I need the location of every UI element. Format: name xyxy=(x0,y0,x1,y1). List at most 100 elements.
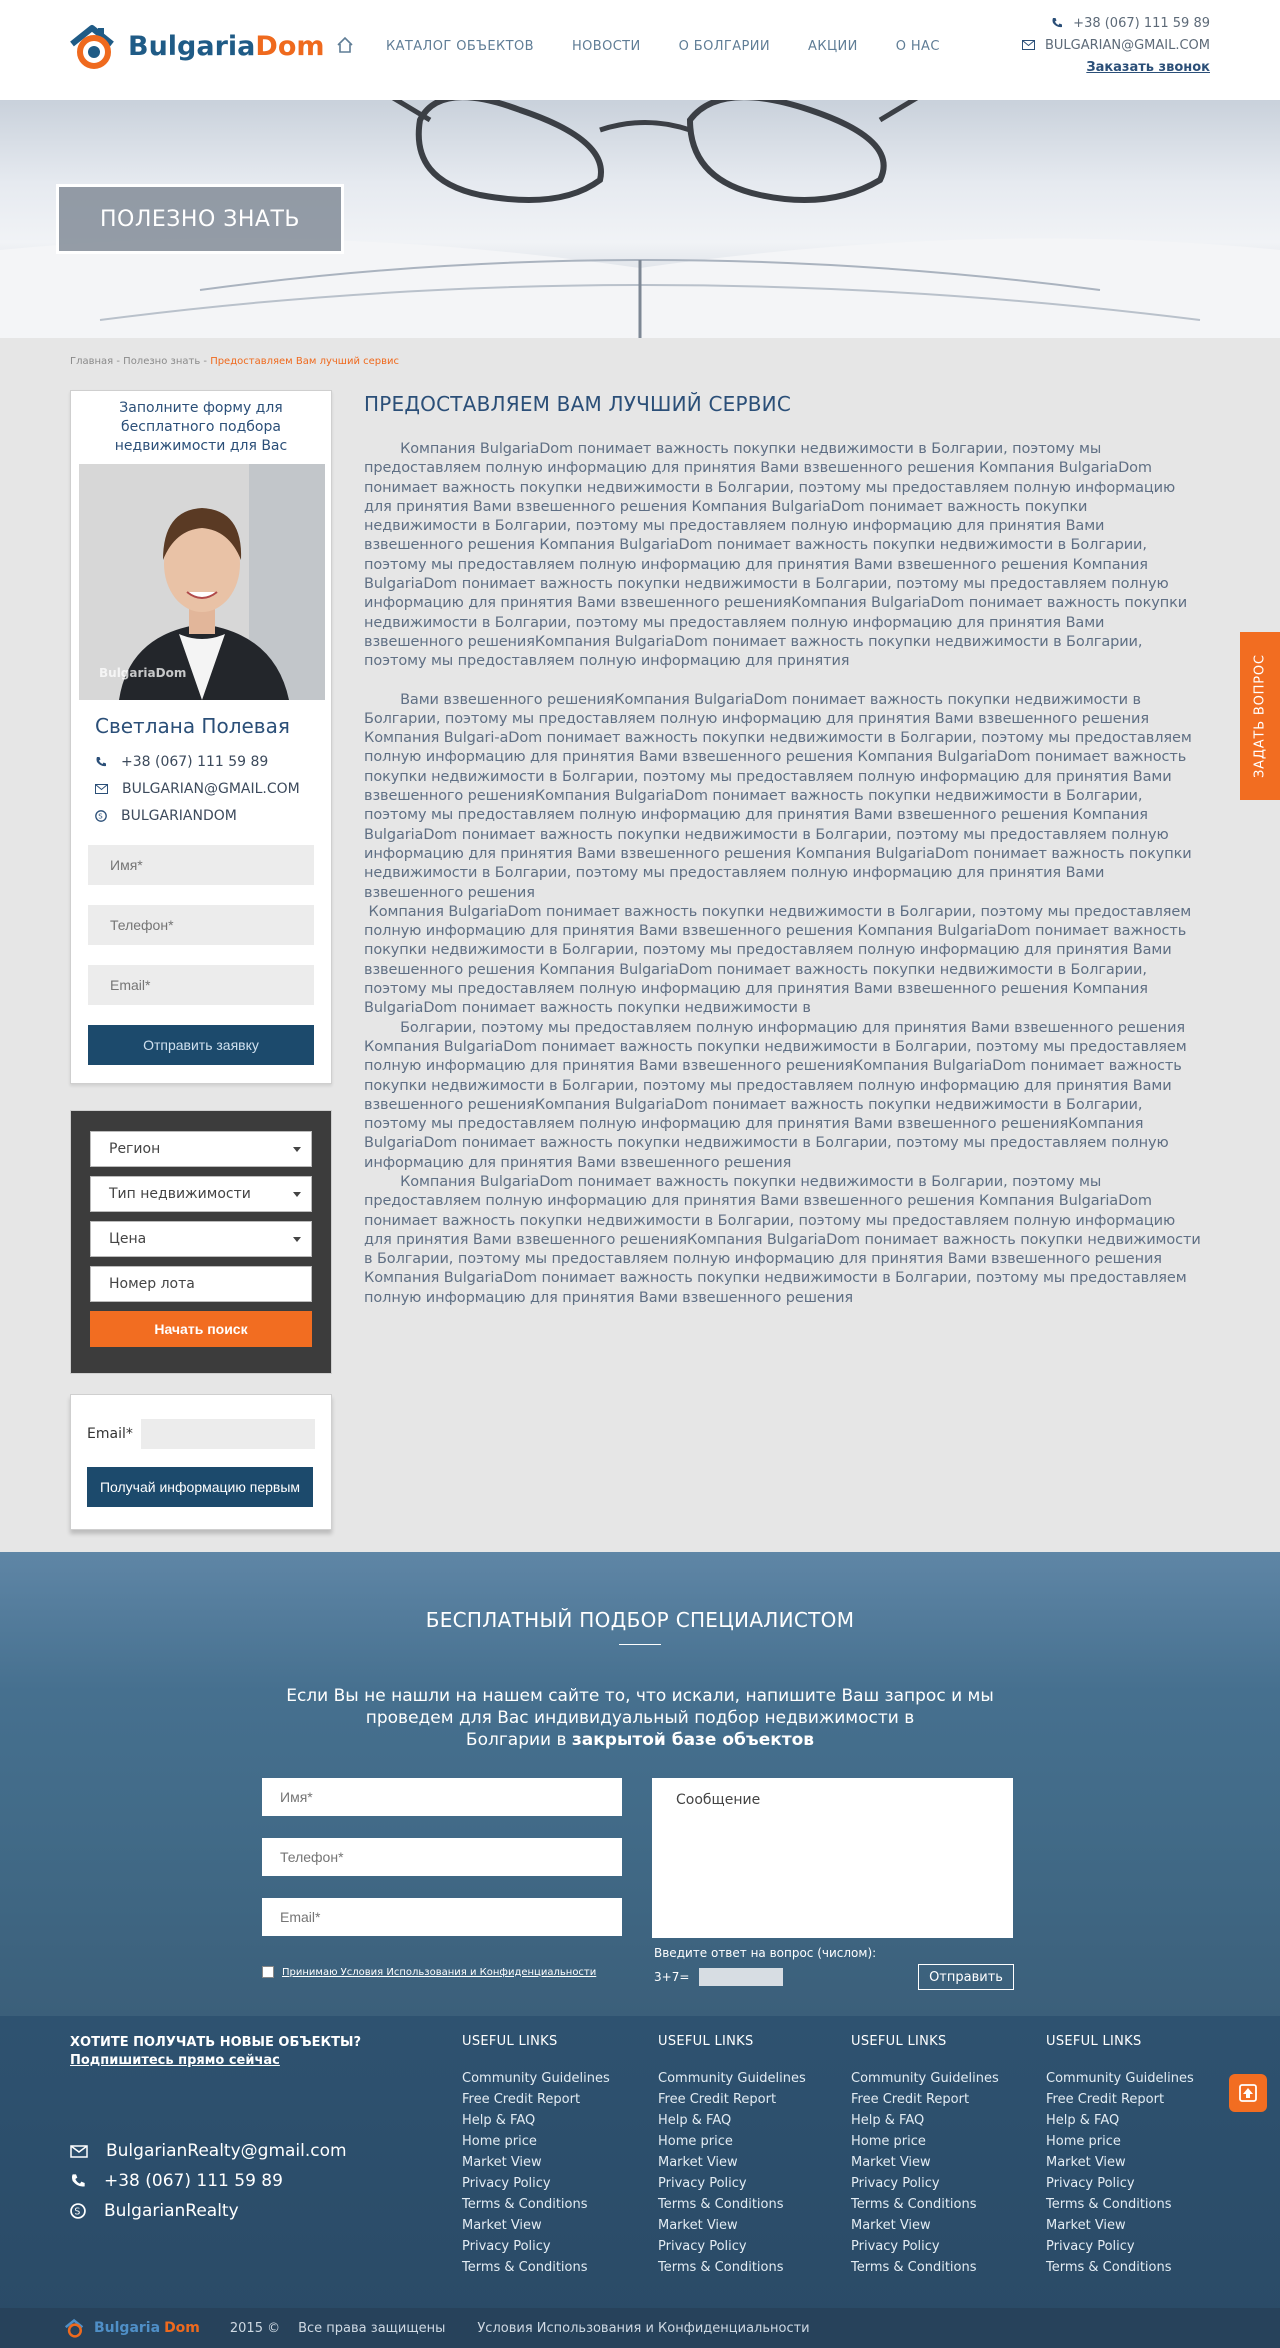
footer-link[interactable]: Privacy Policy xyxy=(851,2176,999,2197)
agent-skype[interactable]: BULGARIANDOM xyxy=(121,808,237,824)
footer-links-column: USEFUL LINKS Community Guidelines Free C… xyxy=(1046,2034,1194,2281)
agent-photo: BulgariaDom xyxy=(79,464,325,700)
footer-link[interactable]: Market View xyxy=(851,2155,999,2176)
footer-link[interactable]: Terms & Conditions xyxy=(851,2260,999,2281)
home-icon[interactable] xyxy=(336,36,356,56)
footer-phone[interactable]: +38 (067) 111 59 89 xyxy=(104,2171,283,2191)
footer-logo-dom: Dom xyxy=(164,2320,200,2336)
footer-column-title: USEFUL LINKS xyxy=(1046,2034,1142,2049)
footer-link[interactable]: Market View xyxy=(851,2218,999,2239)
property-type-select[interactable]: Тип недвижимости xyxy=(90,1176,312,1212)
footer-link[interactable]: Free Credit Report xyxy=(1046,2092,1194,2113)
terms-agree[interactable]: Принимаю Условия Использования и Конфиде… xyxy=(262,1966,596,1978)
free-email-input[interactable] xyxy=(262,1898,622,1936)
footer-link[interactable]: Privacy Policy xyxy=(462,2176,610,2197)
agree-checkbox[interactable] xyxy=(262,1966,274,1978)
footer-email[interactable]: BulgarianRealty@gmail.com xyxy=(106,2141,347,2161)
footer-link[interactable]: Home price xyxy=(1046,2134,1194,2155)
header-phone[interactable]: +38 (067) 111 59 89 xyxy=(1073,16,1210,31)
callback-link[interactable]: Заказать звонок xyxy=(1086,60,1210,75)
footer-link[interactable]: Privacy Policy xyxy=(851,2239,999,2260)
breadcrumb-section[interactable]: Полезно знать xyxy=(123,356,200,367)
footer-link[interactable]: Home price xyxy=(658,2134,806,2155)
footer-link[interactable]: Terms & Conditions xyxy=(1046,2197,1194,2218)
footer-link[interactable]: Help & FAQ xyxy=(1046,2113,1194,2134)
footer-link[interactable]: Market View xyxy=(462,2218,610,2239)
lead-bold: закрытой базе объектов xyxy=(571,1730,815,1750)
header-email[interactable]: BULGARIAN@GMAIL.COM xyxy=(1045,38,1210,53)
agent-name-input[interactable] xyxy=(88,845,314,885)
nav-news[interactable]: НОВОСТИ xyxy=(572,39,641,54)
start-search-button[interactable]: Начать поиск xyxy=(90,1311,312,1347)
main-nav: КАТАЛОГ ОБЪЕКТОВ НОВОСТИ О БОЛГАРИИ АКЦИ… xyxy=(336,36,978,56)
hero-banner: ПОЛЕЗНО ЗНАТЬ xyxy=(0,100,1280,338)
footer-link[interactable]: Privacy Policy xyxy=(1046,2176,1194,2197)
agent-email-input[interactable] xyxy=(88,965,314,1005)
free-phone-input[interactable] xyxy=(262,1838,622,1876)
footer-link[interactable]: Help & FAQ xyxy=(658,2113,806,2134)
nav-about-us[interactable]: О НАС xyxy=(896,39,940,54)
footer-subscribe: ХОТИТЕ ПОЛУЧАТЬ НОВЫЕ ОБЪЕКТЫ? Подпишите… xyxy=(70,2034,361,2070)
agent-phone[interactable]: +38 (067) 111 59 89 xyxy=(121,754,268,770)
site-logo[interactable]: BulgariaDom xyxy=(68,22,325,70)
footer-link[interactable]: Community Guidelines xyxy=(1046,2071,1194,2092)
footer-link[interactable]: Market View xyxy=(1046,2218,1194,2239)
price-select-label: Цена xyxy=(109,1231,147,1247)
footer-link[interactable]: Free Credit Report xyxy=(462,2092,610,2113)
mail-icon xyxy=(70,2144,88,2158)
agent-email[interactable]: BULGARIAN@GMAIL.COM xyxy=(122,781,300,797)
breadcrumb-home[interactable]: Главная xyxy=(70,356,113,367)
agree-label[interactable]: Принимаю Условия Использования и Конфиде… xyxy=(282,1967,596,1978)
footer-link[interactable]: Privacy Policy xyxy=(658,2239,806,2260)
footer-link[interactable]: Home price xyxy=(462,2134,610,2155)
footer-link[interactable]: Terms & Conditions xyxy=(462,2260,610,2281)
footer-column-title: USEFUL LINKS xyxy=(658,2034,754,2049)
footer-link[interactable]: Community Guidelines xyxy=(462,2071,610,2092)
footer-link[interactable]: Help & FAQ xyxy=(462,2113,610,2134)
footer-link[interactable]: Market View xyxy=(658,2155,806,2176)
footer-link[interactable]: Terms & Conditions xyxy=(658,2260,806,2281)
article-paragraph: Компания BulgariaDom понимает важность п… xyxy=(364,441,1192,670)
footer-link[interactable]: Terms & Conditions xyxy=(1046,2260,1194,2281)
footer-link[interactable]: Free Credit Report xyxy=(851,2092,999,2113)
region-select[interactable]: Регион xyxy=(90,1131,312,1167)
footer-link[interactable]: Terms & Conditions xyxy=(462,2197,610,2218)
footer-column-title: USEFUL LINKS xyxy=(851,2034,947,2049)
get-info-first-button[interactable]: Получай информацию первым xyxy=(87,1467,313,1507)
footer-skype[interactable]: BulgarianRealty xyxy=(104,2201,239,2221)
nav-promotions[interactable]: АКЦИИ xyxy=(808,39,858,54)
terms-link[interactable]: Условия Использования и Конфиденциальнос… xyxy=(477,2321,809,2336)
breadcrumb-current: Предоставляем Вам лучший сервис xyxy=(210,356,400,367)
scroll-to-top-button[interactable] xyxy=(1229,2074,1267,2112)
photo-watermark: BulgariaDom xyxy=(99,666,187,680)
footer-logo[interactable]: Bulgaria Dom xyxy=(64,2318,200,2338)
ask-question-tab[interactable]: ЗАДАТЬ ВОПРОС xyxy=(1240,632,1280,800)
free-submit-button[interactable]: Отправить xyxy=(918,1964,1014,1990)
footer-link[interactable]: Market View xyxy=(462,2155,610,2176)
dropdown-arrow-icon xyxy=(293,1191,301,1197)
footer-link[interactable]: Privacy Policy xyxy=(462,2239,610,2260)
footer-link[interactable]: Community Guidelines xyxy=(658,2071,806,2092)
free-name-input[interactable] xyxy=(262,1778,622,1816)
captcha-input[interactable] xyxy=(699,1968,784,1986)
nav-catalog[interactable]: КАТАЛОГ ОБЪЕКТОВ xyxy=(386,39,534,54)
price-select[interactable]: Цена xyxy=(90,1221,312,1257)
footer-link[interactable]: Privacy Policy xyxy=(658,2176,806,2197)
footer-link[interactable]: Help & FAQ xyxy=(851,2113,999,2134)
message-textarea[interactable]: Сообщение xyxy=(652,1778,1013,1938)
nav-about-bulgaria[interactable]: О БОЛГАРИИ xyxy=(679,39,770,54)
footer-link[interactable]: Free Credit Report xyxy=(658,2092,806,2113)
dropdown-arrow-icon xyxy=(293,1146,301,1152)
agent-phone-input[interactable] xyxy=(88,905,314,945)
subscribe-email-input[interactable] xyxy=(141,1419,315,1449)
footer-link[interactable]: Community Guidelines xyxy=(851,2071,999,2092)
footer-subscribe-link[interactable]: Подпишитесь прямо сейчас xyxy=(70,2053,280,2068)
footer-link[interactable]: Terms & Conditions xyxy=(658,2197,806,2218)
footer-link[interactable]: Home price xyxy=(851,2134,999,2155)
footer-link[interactable]: Terms & Conditions xyxy=(851,2197,999,2218)
footer-link[interactable]: Market View xyxy=(658,2218,806,2239)
footer-link[interactable]: Market View xyxy=(1046,2155,1194,2176)
lot-number-input[interactable]: Номер лота xyxy=(90,1266,312,1302)
footer-link[interactable]: Privacy Policy xyxy=(1046,2239,1194,2260)
send-request-button[interactable]: Отправить заявку xyxy=(88,1025,314,1065)
